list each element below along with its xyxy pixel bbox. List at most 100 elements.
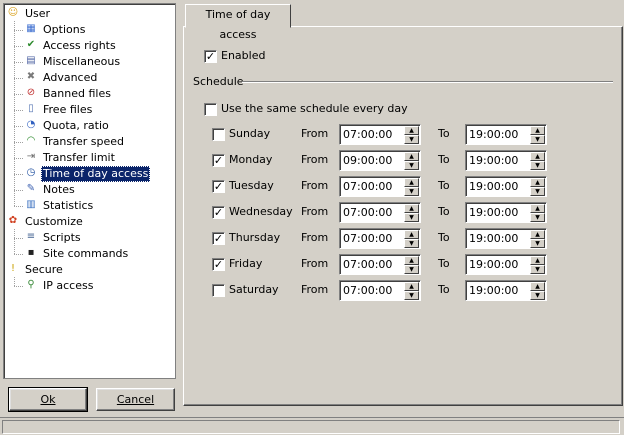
tree-item-access-rights[interactable]: ✔ Access rights bbox=[4, 38, 174, 54]
thursday-checkbox[interactable]: ✓ bbox=[212, 232, 225, 245]
sunday-from-time-spinner[interactable]: 07:00:00 ▲ ▼ bbox=[339, 124, 421, 145]
thursday-to-label: To bbox=[438, 231, 450, 244]
tree-item-label: Banned files bbox=[43, 87, 111, 100]
wednesday-to-time-spinner[interactable]: 19:00:00 ▲ ▼ bbox=[465, 202, 547, 223]
tuesday-to-time-value[interactable]: 19:00:00 bbox=[469, 179, 518, 194]
tree-item-options[interactable]: ▦ Options bbox=[4, 22, 174, 38]
friday-checkbox[interactable]: ✓ bbox=[212, 258, 225, 271]
friday-from-time-value[interactable]: 07:00:00 bbox=[343, 257, 392, 272]
sunday-from-time-value[interactable]: 07:00:00 bbox=[343, 127, 392, 142]
monday-checkbox[interactable]: ✓ bbox=[212, 154, 225, 167]
spin-up-arrow-icon[interactable]: ▲ bbox=[404, 152, 419, 161]
monday-from-time-spinner[interactable]: 09:00:00 ▲ ▼ bbox=[339, 150, 421, 171]
spin-down-arrow-icon[interactable]: ▼ bbox=[530, 161, 545, 170]
tab-time-of-day-access[interactable]: Time of day access bbox=[185, 4, 291, 41]
tree-item-transfer-speed[interactable]: ◠ Transfer speed bbox=[4, 134, 174, 150]
spin-up-arrow-icon[interactable]: ▲ bbox=[404, 282, 419, 291]
sunday-to-time-value[interactable]: 19:00:00 bbox=[469, 127, 518, 142]
enabled-checkbox[interactable]: ✓ bbox=[204, 50, 217, 63]
miscellaneous-icon: ▤ bbox=[26, 55, 36, 66]
friday-label: Friday bbox=[229, 257, 263, 270]
spin-down-arrow-icon[interactable]: ▼ bbox=[404, 213, 419, 222]
tree-item-scripts[interactable]: ≡ Scripts bbox=[4, 230, 174, 246]
tree-item-label: IP access bbox=[43, 279, 94, 292]
tree-item-quota-ratio[interactable]: ◔ Quota, ratio bbox=[4, 118, 174, 134]
wednesday-checkbox[interactable]: ✓ bbox=[212, 206, 225, 219]
monday-to-time-value[interactable]: 19:00:00 bbox=[469, 153, 518, 168]
console-icon: ▪ bbox=[27, 247, 35, 258]
tree-item-label: Statistics bbox=[43, 199, 94, 212]
sunday-checkbox[interactable] bbox=[212, 128, 225, 141]
thursday-to-time-value[interactable]: 19:00:00 bbox=[469, 231, 518, 246]
thursday-from-time-spinner[interactable]: 07:00:00 ▲ ▼ bbox=[339, 228, 421, 249]
notes-icon: ✎ bbox=[26, 183, 36, 194]
status-pane bbox=[2, 420, 620, 434]
cancel-button[interactable]: Cancel bbox=[96, 388, 175, 411]
spin-down-arrow-icon[interactable]: ▼ bbox=[404, 161, 419, 170]
wednesday-to-time-value[interactable]: 19:00:00 bbox=[469, 205, 518, 220]
tuesday-to-time-spinner[interactable]: 19:00:00 ▲ ▼ bbox=[465, 176, 547, 197]
spin-up-arrow-icon[interactable]: ▲ bbox=[530, 204, 545, 213]
thursday-to-time-spinner[interactable]: 19:00:00 ▲ ▼ bbox=[465, 228, 547, 249]
spin-up-arrow-icon[interactable]: ▲ bbox=[530, 256, 545, 265]
tree-item-banned-files[interactable]: ⊘ Banned files bbox=[4, 86, 174, 102]
spin-down-arrow-icon[interactable]: ▼ bbox=[404, 291, 419, 300]
tree-item-free-files[interactable]: ▯ Free files bbox=[4, 102, 174, 118]
tree-item-ip-access[interactable]: ⚲ IP access bbox=[4, 278, 174, 294]
spin-down-arrow-icon[interactable]: ▼ bbox=[404, 135, 419, 144]
tree-item-user[interactable]: ☺ User bbox=[4, 6, 174, 22]
spin-down-arrow-icon[interactable]: ▼ bbox=[530, 187, 545, 196]
tuesday-from-time-spinner[interactable]: 07:00:00 ▲ ▼ bbox=[339, 176, 421, 197]
friday-from-time-spinner[interactable]: 07:00:00 ▲ ▼ bbox=[339, 254, 421, 275]
spin-down-arrow-icon[interactable]: ▼ bbox=[530, 135, 545, 144]
tuesday-checkbox[interactable]: ✓ bbox=[212, 180, 225, 193]
spin-up-arrow-icon[interactable]: ▲ bbox=[404, 204, 419, 213]
tree-item-transfer-limit[interactable]: ⇥ Transfer limit bbox=[4, 150, 174, 166]
tree-item-miscellaneous[interactable]: ▤ Miscellaneous bbox=[4, 54, 174, 70]
tools-icon: ✖ bbox=[26, 71, 36, 82]
settings-tree[interactable]: ☺ User ▦ Options ✔ Access rights ▤ Miscellaneou… bbox=[3, 3, 176, 379]
tree-item-advanced[interactable]: ✖ Advanced bbox=[4, 70, 174, 86]
thursday-from-time-value[interactable]: 07:00:00 bbox=[343, 231, 392, 246]
tuesday-from-label: From bbox=[301, 179, 329, 192]
spin-up-arrow-icon[interactable]: ▲ bbox=[404, 230, 419, 239]
tree-item-customize[interactable]: ✿ Customize bbox=[4, 214, 174, 230]
monday-to-time-spinner[interactable]: 19:00:00 ▲ ▼ bbox=[465, 150, 547, 171]
spin-down-arrow-icon[interactable]: ▼ bbox=[404, 265, 419, 274]
spin-up-arrow-icon[interactable]: ▲ bbox=[530, 126, 545, 135]
monday-from-time-value[interactable]: 09:00:00 bbox=[343, 153, 392, 168]
tree-item-time-of-day-access[interactable]: ◷ Time of day access bbox=[4, 166, 174, 182]
tuesday-from-time-value[interactable]: 07:00:00 bbox=[343, 179, 392, 194]
same-schedule-checkbox[interactable] bbox=[204, 103, 217, 116]
spin-down-arrow-icon[interactable]: ▼ bbox=[404, 239, 419, 248]
spin-up-arrow-icon[interactable]: ▲ bbox=[530, 282, 545, 291]
spin-up-arrow-icon[interactable]: ▲ bbox=[404, 256, 419, 265]
wednesday-from-time-spinner[interactable]: 07:00:00 ▲ ▼ bbox=[339, 202, 421, 223]
sunday-to-time-spinner[interactable]: 19:00:00 ▲ ▼ bbox=[465, 124, 547, 145]
spin-down-arrow-icon[interactable]: ▼ bbox=[530, 265, 545, 274]
saturday-to-time-value[interactable]: 19:00:00 bbox=[469, 283, 518, 298]
tree-item-secure[interactable]: ! Secure bbox=[4, 262, 174, 278]
spin-up-arrow-icon[interactable]: ▲ bbox=[530, 178, 545, 187]
saturday-checkbox[interactable] bbox=[212, 284, 225, 297]
tree-item-statistics[interactable]: ▥ Statistics bbox=[4, 198, 174, 214]
friday-to-time-spinner[interactable]: 19:00:00 ▲ ▼ bbox=[465, 254, 547, 275]
saturday-from-time-value[interactable]: 07:00:00 bbox=[343, 283, 392, 298]
spin-down-arrow-icon[interactable]: ▼ bbox=[530, 239, 545, 248]
saturday-to-time-spinner[interactable]: 19:00:00 ▲ ▼ bbox=[465, 280, 547, 301]
spin-down-arrow-icon[interactable]: ▼ bbox=[530, 213, 545, 222]
friday-to-time-value[interactable]: 19:00:00 bbox=[469, 257, 518, 272]
tree-item-notes[interactable]: ✎ Notes bbox=[4, 182, 174, 198]
spin-up-arrow-icon[interactable]: ▲ bbox=[530, 152, 545, 161]
tree-item-label: Time of day access bbox=[41, 166, 151, 182]
spin-down-arrow-icon[interactable]: ▼ bbox=[530, 291, 545, 300]
spin-up-arrow-icon[interactable]: ▲ bbox=[404, 178, 419, 187]
spin-up-arrow-icon[interactable]: ▲ bbox=[404, 126, 419, 135]
schedule-group-label: Schedule bbox=[193, 75, 244, 88]
tree-item-site-commands[interactable]: ▪ Site commands bbox=[4, 246, 174, 262]
spin-up-arrow-icon[interactable]: ▲ bbox=[530, 230, 545, 239]
ok-button[interactable]: Ok bbox=[8, 387, 88, 412]
wednesday-from-time-value[interactable]: 07:00:00 bbox=[343, 205, 392, 220]
spin-down-arrow-icon[interactable]: ▼ bbox=[404, 187, 419, 196]
saturday-from-time-spinner[interactable]: 07:00:00 ▲ ▼ bbox=[339, 280, 421, 301]
